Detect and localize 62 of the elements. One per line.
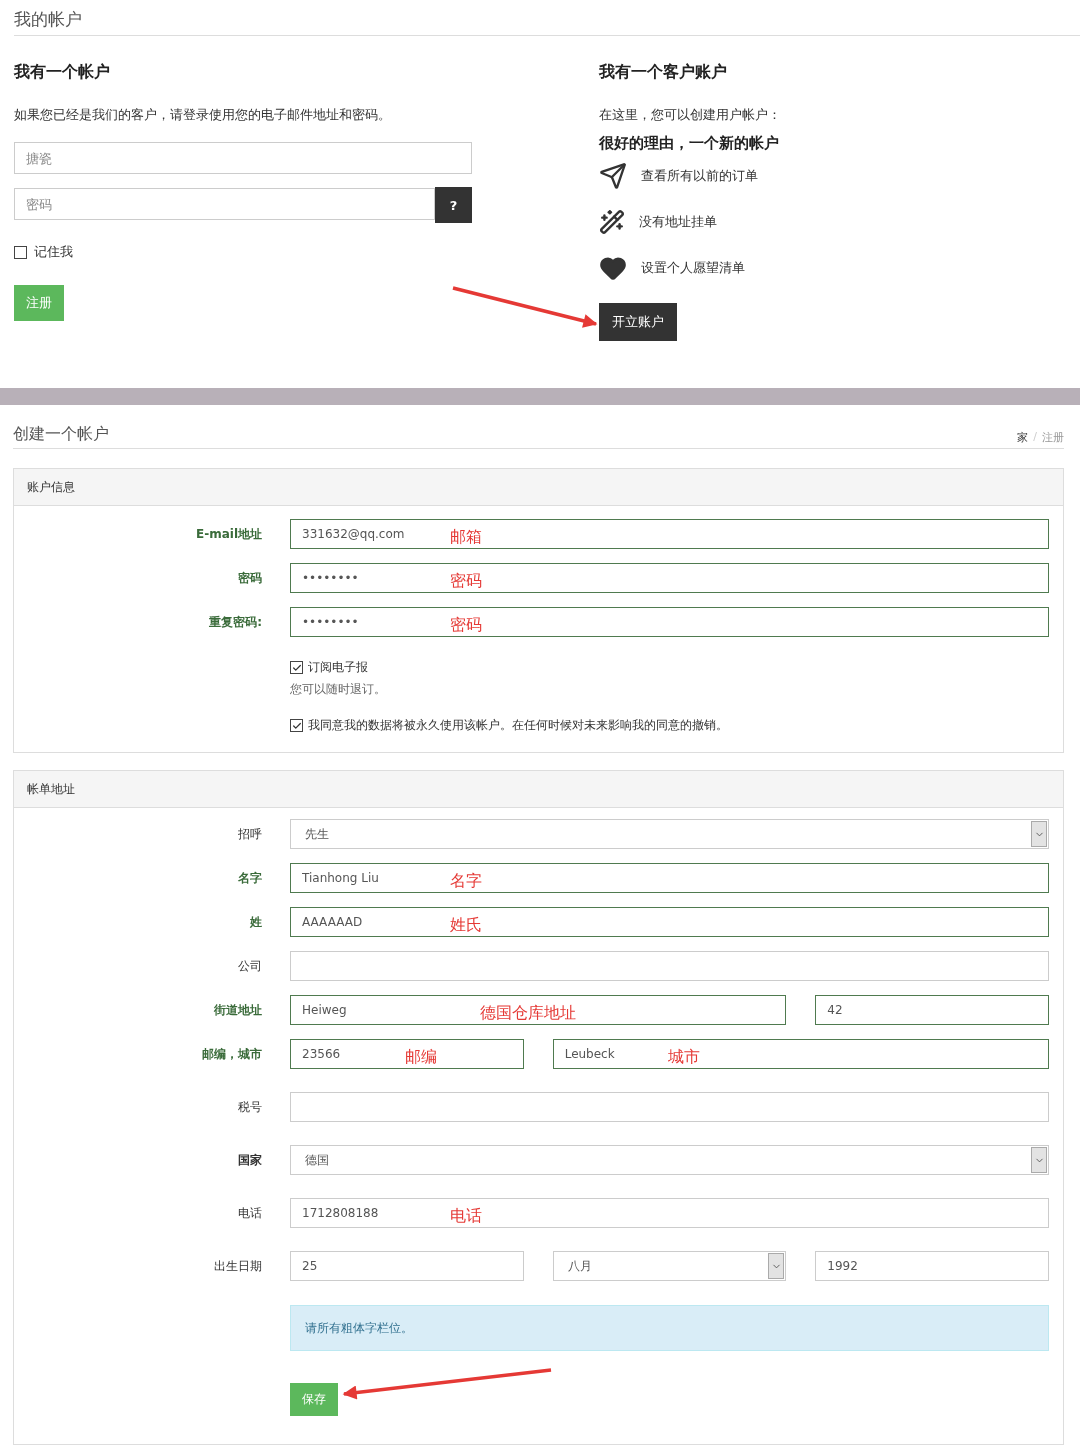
input-field[interactable] (290, 951, 1049, 981)
panel-heading: 账户信息 (14, 469, 1063, 506)
field-label: 国家 (237, 1151, 262, 1169)
annotation-note: 姓氏 (450, 915, 482, 936)
chevron-down-icon (768, 1253, 785, 1279)
input-field[interactable]: 42 (815, 995, 1049, 1025)
input-field[interactable]: 1992 (815, 1251, 1049, 1281)
field-label: 招呼 (237, 825, 262, 843)
input-field[interactable] (290, 1092, 1049, 1122)
field-label: 税号 (237, 1098, 262, 1116)
page-title: 我的帐户 (14, 0, 1080, 36)
annotation-note: 邮箱 (450, 527, 482, 548)
section-heading: 我有一个帐户 (14, 62, 110, 83)
select-field[interactable]: 德国 (290, 1145, 1049, 1175)
subheading: 很好的理由，一个新的帐户 (599, 134, 779, 153)
annotation-note: 密码 (450, 571, 482, 592)
annotation-note: 名字 (450, 871, 482, 892)
annotation-note: 电话 (450, 1206, 482, 1227)
checkbox-label: 记住我 (34, 243, 73, 261)
breadcrumb-link[interactable]: 家 (1017, 430, 1029, 445)
magic-wand-icon (599, 209, 625, 235)
intro-text: 如果您已经是我们的客户，请登录使用您的电子邮件地址和密码。 (14, 107, 391, 124)
chevron-down-icon (1031, 1147, 1047, 1173)
page-title: 创建一个帐户 (13, 424, 109, 445)
checkbox[interactable] (14, 245, 27, 259)
benefit-text: 设置个人愿望清单 (641, 259, 745, 277)
field-label: 公司 (237, 957, 262, 975)
heart-icon (599, 254, 627, 282)
password-field[interactable]: 密码 (14, 188, 436, 220)
intro-text: 在这里，您可以创建用户帐户： (599, 107, 781, 124)
field-label: 姓 (249, 913, 262, 931)
field-label: 出生日期 (213, 1257, 262, 1275)
chevron-down-icon (1031, 821, 1047, 847)
field-label: 邮编，城市 (201, 1045, 262, 1063)
username-field[interactable]: 搪瓷 (14, 142, 472, 174)
field-label: E-mail地址 (195, 525, 262, 543)
checkbox[interactable] (290, 719, 303, 732)
field-label: 街道地址 (213, 1001, 262, 1019)
annotation-note: 邮编 (405, 1047, 437, 1068)
field-label: 名字 (237, 869, 262, 887)
field-label: 电话 (237, 1204, 262, 1222)
hint-text: 您可以随时退订。 (290, 682, 387, 697)
benefit-text: 没有地址挂单 (639, 213, 717, 231)
open-account-button[interactable]: 开立账户 (599, 303, 677, 341)
annotation-note: 密码 (450, 615, 482, 636)
annotation-note: 德国仓库地址 (480, 1003, 576, 1024)
input-field[interactable]: 25 (290, 1251, 524, 1281)
breadcrumb-separator: / (1033, 430, 1037, 445)
info-alert: 请所有粗体字栏位。 (290, 1305, 1049, 1351)
paper-plane-icon (599, 162, 627, 190)
checkbox-label: 我同意我的数据将被永久使用该帐户。在任何时候对未来影响我的同意的撤销。 (308, 717, 728, 734)
annotation-note: 城市 (667, 1047, 700, 1068)
help-button[interactable]: ? (435, 187, 472, 223)
checkbox-label: 订阅电子报 (308, 659, 368, 676)
field-label: 密码 (237, 569, 262, 587)
benefit-text: 查看所有以前的订单 (641, 167, 758, 185)
panel-heading: 帐单地址 (14, 771, 1063, 808)
checkbox[interactable] (290, 661, 303, 674)
section-heading: 我有一个客户账户 (599, 62, 727, 83)
field-label: 重复密码: (208, 613, 262, 631)
select-field[interactable]: 八月 (552, 1251, 787, 1281)
select-field[interactable]: 先生 (290, 819, 1049, 849)
